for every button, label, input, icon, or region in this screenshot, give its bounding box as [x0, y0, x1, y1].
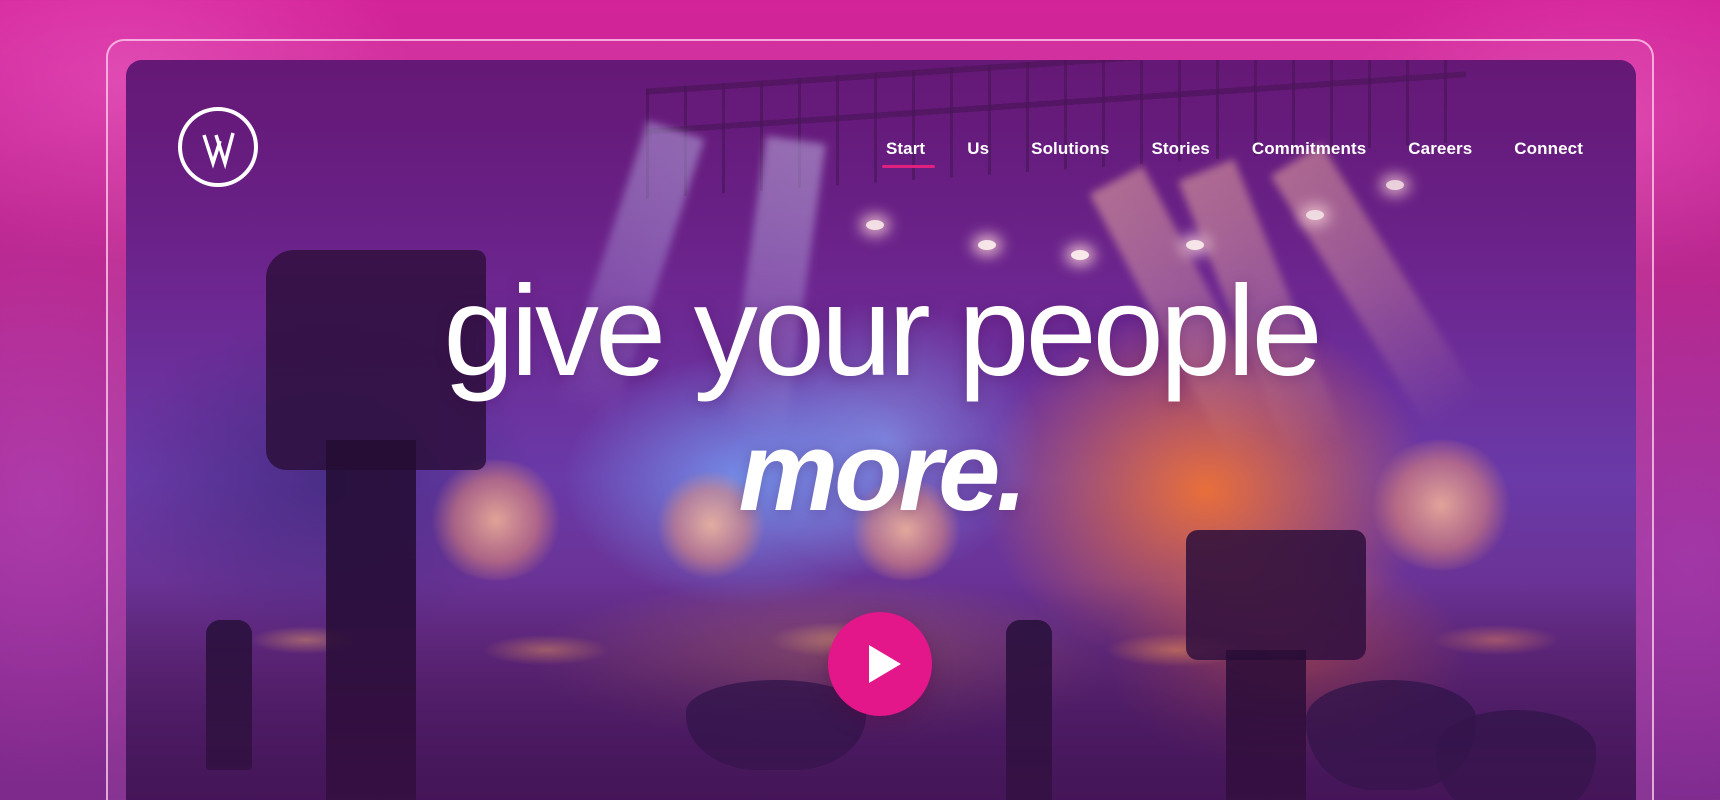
nav-item-start[interactable]: Start — [881, 139, 936, 168]
hero-headline: give your people more. — [126, 268, 1636, 528]
main-nav: Start Us Solutions Stories Commitments C… — [881, 139, 1583, 168]
nav-item-commitments[interactable]: Commitments — [1252, 139, 1366, 159]
nav-item-stories[interactable]: Stories — [1151, 139, 1209, 159]
headline-line-2: more. — [738, 409, 1028, 534]
headline-line-1: give your people — [443, 260, 1322, 403]
nav-item-solutions[interactable]: Solutions — [1031, 139, 1109, 159]
nav-item-connect[interactable]: Connect — [1514, 139, 1583, 159]
play-icon — [869, 645, 901, 683]
circle-vw-logo-icon — [202, 132, 235, 170]
nav-item-us[interactable]: Us — [967, 139, 989, 159]
nav-item-careers[interactable]: Careers — [1408, 139, 1472, 159]
play-video-button[interactable] — [828, 612, 932, 716]
site-logo[interactable] — [178, 107, 258, 187]
